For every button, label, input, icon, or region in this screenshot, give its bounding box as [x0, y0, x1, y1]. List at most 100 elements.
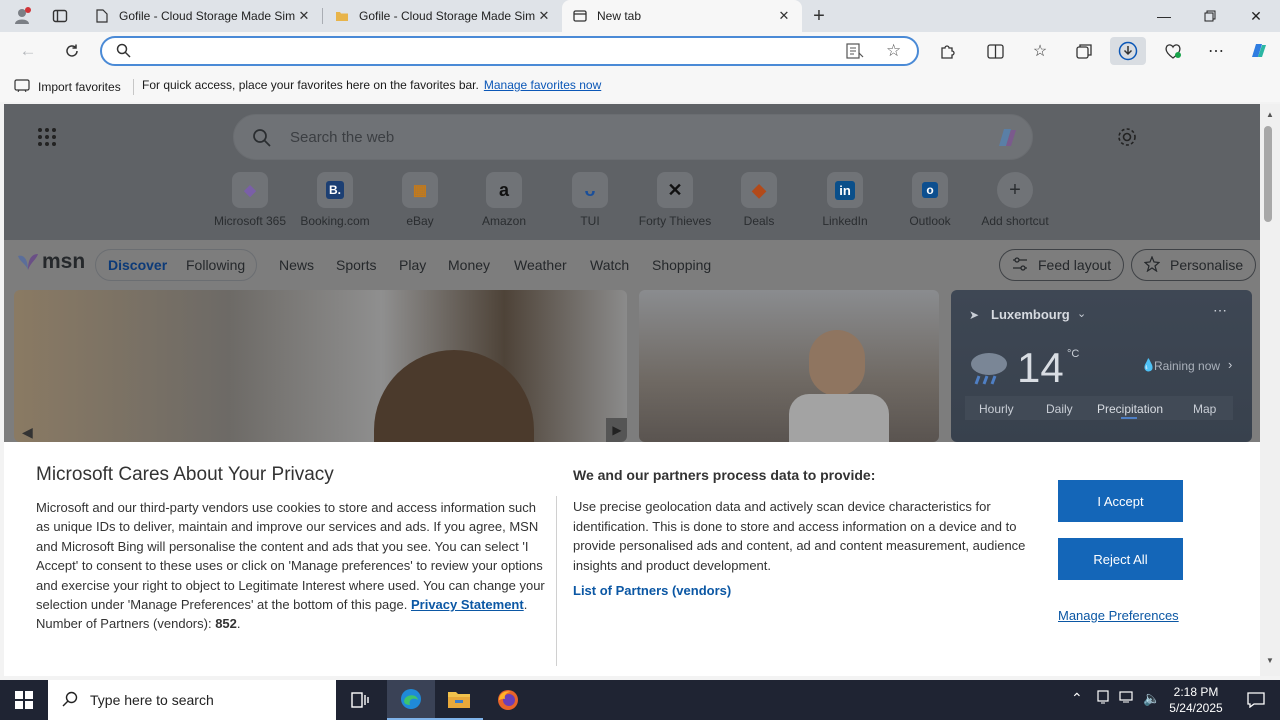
tab-gofile-1[interactable]: Gofile - Cloud Storage Made Sim ✕ [84, 0, 322, 32]
privacy-title: Microsoft Cares About Your Privacy [36, 464, 334, 485]
partners-list-link[interactable]: List of Partners (vendors) [573, 581, 1033, 600]
hero-image [374, 350, 534, 442]
shortcut-amazon[interactable]: a Amazon [464, 172, 544, 228]
fitness-news-card[interactable] [639, 290, 939, 442]
scrollbar-thumb[interactable] [1264, 126, 1272, 222]
restore-icon[interactable] [1187, 0, 1233, 32]
shortcut-add[interactable]: + Add shortcut [975, 172, 1055, 228]
privacy-body: Microsoft and our third-party vendors us… [36, 498, 546, 634]
reject-all-button[interactable]: Reject All [1058, 538, 1183, 580]
manage-preferences-link[interactable]: Manage Preferences [1058, 608, 1179, 623]
partners-count: 852 [215, 616, 237, 632]
browser-essentials-icon[interactable] [1158, 37, 1188, 65]
volume-icon[interactable]: 🔈 [1143, 690, 1160, 707]
import-favorites-button[interactable]: Import favorites [14, 78, 121, 95]
shortcut-label: Booking.com [300, 214, 370, 228]
address-input[interactable] [138, 42, 838, 60]
msn-logo[interactable]: msn [16, 250, 85, 274]
show-hidden-icons-chevron-icon[interactable]: ⌃ [1071, 690, 1083, 707]
close-tab-icon[interactable]: ✕ [536, 8, 552, 24]
apps-launcher-icon[interactable] [37, 127, 57, 150]
minimize-icon[interactable]: — [1141, 0, 1187, 32]
shortcut-deals[interactable]: ◆ Deals [719, 172, 799, 228]
booking-icon: B. [317, 172, 353, 208]
copilot-icon[interactable] [1243, 37, 1273, 65]
copilot-icon[interactable] [992, 123, 1022, 156]
refresh-icon[interactable] [58, 37, 86, 65]
msn-butterfly-icon [18, 254, 38, 270]
immersive-reader-icon[interactable] [846, 43, 864, 62]
weather-tab-hourly[interactable]: Hourly [979, 402, 1014, 416]
carousel-prev-icon[interactable]: ◀ [22, 424, 33, 441]
shortcut-outlook[interactable]: o Outlook [890, 172, 970, 228]
file-explorer-icon[interactable] [435, 680, 483, 720]
privacy-statement-link[interactable]: Privacy Statement [411, 597, 524, 612]
close-window-icon[interactable]: ✕ [1233, 0, 1279, 32]
task-view-icon[interactable] [336, 680, 384, 720]
shortcut-booking[interactable]: B. Booking.com [295, 172, 375, 228]
nav-play[interactable]: Play [399, 257, 426, 273]
personalise-button[interactable]: Personalise [1131, 249, 1257, 281]
nav-sports[interactable]: Sports [336, 257, 376, 273]
favbar-divider [133, 79, 134, 95]
weather-location[interactable]: Luxembourg [991, 307, 1070, 322]
title-bar: Gofile - Cloud Storage Made Sim ✕ Gofile… [0, 0, 1280, 32]
back-icon[interactable]: ← [14, 37, 42, 65]
tab-new-tab[interactable]: New tab ✕ [562, 0, 802, 32]
tab-actions-icon[interactable] [46, 4, 74, 28]
extensions-icon[interactable] [932, 37, 962, 65]
shortcut-tui[interactable]: ᴗ TUI [550, 172, 630, 228]
tab-discover[interactable]: Discover [108, 257, 167, 273]
favorites-icon[interactable]: ☆ [1025, 37, 1055, 65]
settings-more-icon[interactable]: ⋯ [1201, 37, 1231, 65]
edge-app-icon[interactable] [387, 680, 435, 720]
carousel-next-icon[interactable]: ▶ [606, 418, 627, 442]
new-tab-plus-icon[interactable]: + [805, 4, 833, 28]
profile-icon[interactable] [8, 4, 36, 28]
collections-icon[interactable] [1069, 37, 1099, 65]
network-device-icon[interactable] [1096, 690, 1110, 707]
tab-gofile-2[interactable]: Gofile - Cloud Storage Made Sim ✕ [324, 0, 562, 32]
nav-watch[interactable]: Watch [590, 257, 629, 273]
more-options-icon[interactable]: ⋯ [1213, 302, 1227, 319]
notifications-icon[interactable] [1232, 680, 1280, 720]
nav-news[interactable]: News [279, 257, 314, 273]
address-bar[interactable]: ☆ [100, 36, 919, 66]
accept-button[interactable]: I Accept [1058, 480, 1183, 522]
weather-tab-precipitation[interactable]: Precipitation [1097, 402, 1163, 416]
tui-icon: ᴗ [572, 172, 608, 208]
manage-favorites-link[interactable]: Manage favorites now [484, 78, 601, 92]
rain-cloud-icon [965, 348, 1013, 391]
favorite-star-icon[interactable]: ☆ [886, 41, 901, 61]
page-settings-gear-icon[interactable] [1116, 126, 1138, 151]
taskbar-search-box[interactable]: Type here to search [48, 680, 336, 720]
feed-layout-button[interactable]: Feed layout [999, 249, 1125, 281]
shortcut-microsoft-365[interactable]: ◆ Microsoft 365 [210, 172, 290, 228]
nav-money[interactable]: Money [448, 257, 490, 273]
page-scrollbar[interactable]: ▲ ▼ [1260, 104, 1280, 676]
chevron-down-icon[interactable]: ⌄ [1077, 307, 1086, 320]
system-clock[interactable]: 2:18 PM 5/24/2025 [1160, 684, 1232, 716]
close-tab-icon[interactable]: ✕ [776, 8, 792, 24]
shortcut-forty-thieves[interactable]: ✕ Forty Thieves [635, 172, 715, 228]
shortcut-linkedin[interactable]: in LinkedIn [805, 172, 885, 228]
scroll-down-icon[interactable]: ▼ [1266, 656, 1274, 665]
weather-tab-daily[interactable]: Daily [1046, 402, 1073, 416]
web-search-box[interactable]: Search the web [233, 114, 1033, 160]
chevron-right-icon[interactable]: › [1228, 357, 1232, 372]
nav-weather[interactable]: Weather [514, 257, 567, 273]
close-tab-icon[interactable]: ✕ [296, 8, 312, 24]
hero-news-card[interactable]: ◀ ▶ [14, 290, 627, 442]
network-icon[interactable] [1119, 690, 1135, 707]
tab-following[interactable]: Following [186, 257, 245, 273]
nav-shopping[interactable]: Shopping [652, 257, 711, 273]
weather-card[interactable]: ➤ Luxembourg ⌄ ⋯ 14 °C 💧 Raining now › H… [951, 290, 1252, 442]
scroll-up-icon[interactable]: ▲ [1266, 110, 1274, 119]
microsoft-365-icon: ◆ [232, 172, 268, 208]
firefox-icon[interactable] [484, 680, 532, 720]
windows-start-icon[interactable] [0, 680, 48, 720]
weather-tab-map[interactable]: Map [1193, 402, 1216, 416]
split-screen-icon[interactable] [980, 37, 1010, 65]
downloads-icon[interactable] [1110, 37, 1146, 65]
shortcut-ebay[interactable]: ▦ eBay [380, 172, 460, 228]
